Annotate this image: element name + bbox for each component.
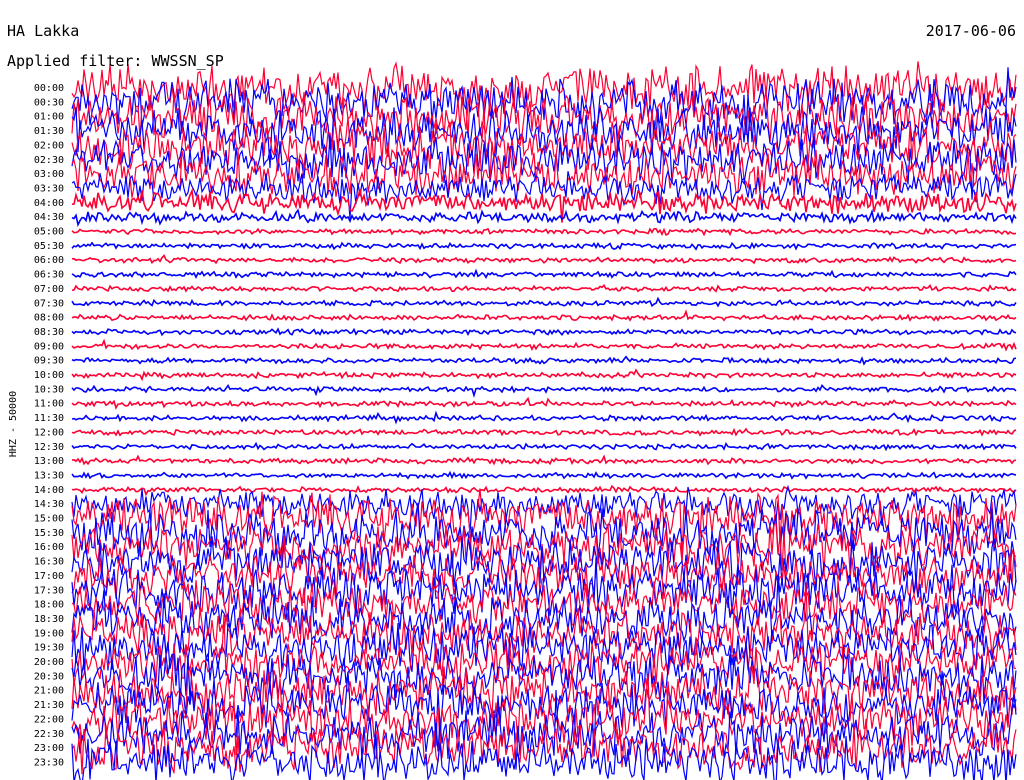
y-tick-label: 14:00: [34, 485, 64, 496]
y-tick-label: 10:00: [34, 370, 64, 381]
y-tick-label: 07:30: [34, 298, 64, 309]
y-tick-label: 23:30: [34, 757, 64, 768]
y-tick-label: 02:00: [34, 140, 64, 151]
y-tick-label: 17:30: [34, 585, 64, 596]
y-tick-label: 16:30: [34, 557, 64, 568]
y-tick-label: 20:30: [34, 671, 64, 682]
y-tick-label: 14:30: [34, 499, 64, 510]
y-tick-label: 18:00: [34, 600, 64, 611]
y-tick-label: 19:00: [34, 628, 64, 639]
y-tick-label: 03:00: [34, 169, 64, 180]
y-tick-label: 11:00: [34, 399, 64, 410]
y-tick-label: 20:00: [34, 657, 64, 668]
y-tick-label: 02:30: [34, 155, 64, 166]
helicorder-plot: 00:00 00:30 01:00 01:30 02:00 02:30 03:00 03:30…: [0, 0, 1024, 780]
y-tick-label: 22:30: [34, 729, 64, 740]
y-tick-label: 13:00: [34, 456, 64, 467]
y-tick-label: 09:00: [34, 341, 64, 352]
y-tick-label: 00:00: [34, 83, 64, 94]
y-tick-label: 22:00: [34, 714, 64, 725]
y-tick-label: 17:00: [34, 571, 64, 582]
y-tick-label: 01:00: [34, 112, 64, 123]
y-tick-label: 18:30: [34, 614, 64, 625]
y-tick-label: 19:30: [34, 643, 64, 654]
y-tick-label: 00:30: [34, 97, 64, 108]
y-tick-label: 21:30: [34, 700, 64, 711]
station-title: HA Lakka: [7, 22, 79, 40]
date-label: 2017-06-06: [926, 22, 1016, 40]
y-tick-label: 23:00: [34, 743, 64, 754]
channel-axis-label: HHZ - 50000: [8, 391, 19, 457]
y-tick-label: 08:30: [34, 327, 64, 338]
y-tick-label: 16:00: [34, 542, 64, 553]
y-tick-label: 15:30: [34, 528, 64, 539]
y-tick-label: 06:30: [34, 270, 64, 281]
y-tick-label: 06:00: [34, 255, 64, 266]
y-tick-label: 03:30: [34, 183, 64, 194]
y-tick-label: 15:00: [34, 514, 64, 525]
y-tick-label: 09:30: [34, 356, 64, 367]
y-tick-label: 05:00: [34, 227, 64, 238]
y-tick-label: 05:30: [34, 241, 64, 252]
filter-label: Applied filter: WWSSN_SP: [7, 52, 224, 70]
y-tick-label: 08:00: [34, 313, 64, 324]
y-tick-label: 04:00: [34, 198, 64, 209]
y-tick-label: 04:30: [34, 212, 64, 223]
y-tick-label: 21:00: [34, 686, 64, 697]
y-tick-label: 12:00: [34, 427, 64, 438]
y-tick-label: 07:00: [34, 284, 64, 295]
y-tick-label: 11:30: [34, 413, 64, 424]
y-tick-label: 10:30: [34, 384, 64, 395]
y-tick-label: 12:30: [34, 442, 64, 453]
y-tick-label: 13:30: [34, 470, 64, 481]
y-tick-label: 01:30: [34, 126, 64, 137]
